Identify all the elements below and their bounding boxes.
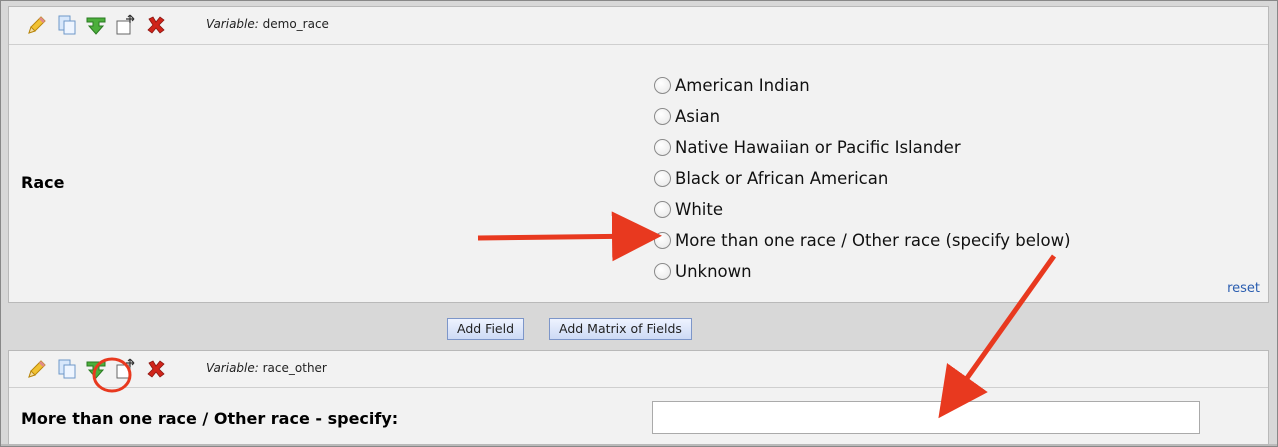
variable-label: Variable: race_other bbox=[206, 361, 327, 375]
choice-unknown[interactable]: Unknown bbox=[654, 256, 1071, 287]
choice-label: American Indian bbox=[675, 76, 810, 95]
question-label-race-other: More than one race / Other race - specif… bbox=[21, 409, 399, 428]
race-other-text-input[interactable] bbox=[652, 401, 1200, 434]
add-field-button[interactable]: Add Field bbox=[447, 318, 525, 340]
radio-button[interactable] bbox=[654, 201, 671, 218]
delete-icon[interactable] bbox=[144, 13, 168, 37]
field-toolbar: Variable: race_other bbox=[9, 351, 1268, 388]
race-choices: American Indian Asian Native Hawaiian or… bbox=[654, 70, 1071, 287]
variable-prefix: Variable: bbox=[206, 361, 259, 375]
reset-link[interactable]: reset bbox=[1227, 281, 1260, 296]
choice-asian[interactable]: Asian bbox=[654, 101, 1071, 132]
field-toolbar: Variable: demo_race bbox=[9, 7, 1268, 45]
edit-pencil-icon[interactable] bbox=[25, 357, 49, 381]
variable-name: race_other bbox=[262, 361, 327, 375]
choice-label: Asian bbox=[675, 107, 721, 126]
variable-prefix: Variable: bbox=[206, 17, 259, 31]
choice-white[interactable]: White bbox=[654, 194, 1071, 225]
choice-more-than-one-race[interactable]: More than one race / Other race (specify… bbox=[654, 225, 1071, 256]
radio-button[interactable] bbox=[654, 170, 671, 187]
variable-label: Variable: demo_race bbox=[206, 17, 329, 31]
choice-label: Black or African American bbox=[675, 169, 889, 188]
radio-button[interactable] bbox=[654, 77, 671, 94]
choice-american-indian[interactable]: American Indian bbox=[654, 70, 1071, 101]
copy-icon[interactable] bbox=[55, 13, 79, 37]
radio-button[interactable] bbox=[654, 232, 671, 249]
radio-button[interactable] bbox=[654, 139, 671, 156]
choice-label: Native Hawaiian or Pacific Islander bbox=[675, 138, 961, 157]
question-label-race: Race bbox=[21, 173, 65, 192]
field-demo-race: Variable: demo_race Race American Indian… bbox=[8, 6, 1269, 303]
add-matrix-button[interactable]: Add Matrix of Fields bbox=[549, 318, 692, 340]
edit-pencil-icon[interactable] bbox=[25, 13, 49, 37]
variable-name: demo_race bbox=[262, 17, 329, 31]
choice-label: Unknown bbox=[675, 262, 752, 281]
copy-icon[interactable] bbox=[55, 357, 79, 381]
branching-logic-icon[interactable] bbox=[84, 13, 108, 37]
choice-label: White bbox=[675, 200, 723, 219]
radio-button[interactable] bbox=[654, 108, 671, 125]
move-icon[interactable] bbox=[114, 357, 138, 381]
delete-icon[interactable] bbox=[144, 357, 168, 381]
move-icon[interactable] bbox=[114, 13, 138, 37]
radio-button[interactable] bbox=[654, 263, 671, 280]
choice-native-hawaiian[interactable]: Native Hawaiian or Pacific Islander bbox=[654, 132, 1071, 163]
field-race-other: Variable: race_other More than one race … bbox=[8, 350, 1269, 445]
branching-logic-icon[interactable] bbox=[84, 357, 108, 381]
choice-label: More than one race / Other race (specify… bbox=[675, 231, 1071, 250]
online-designer-panel: Variable: demo_race Race American Indian… bbox=[0, 0, 1278, 447]
choice-black-african-american[interactable]: Black or African American bbox=[654, 163, 1071, 194]
